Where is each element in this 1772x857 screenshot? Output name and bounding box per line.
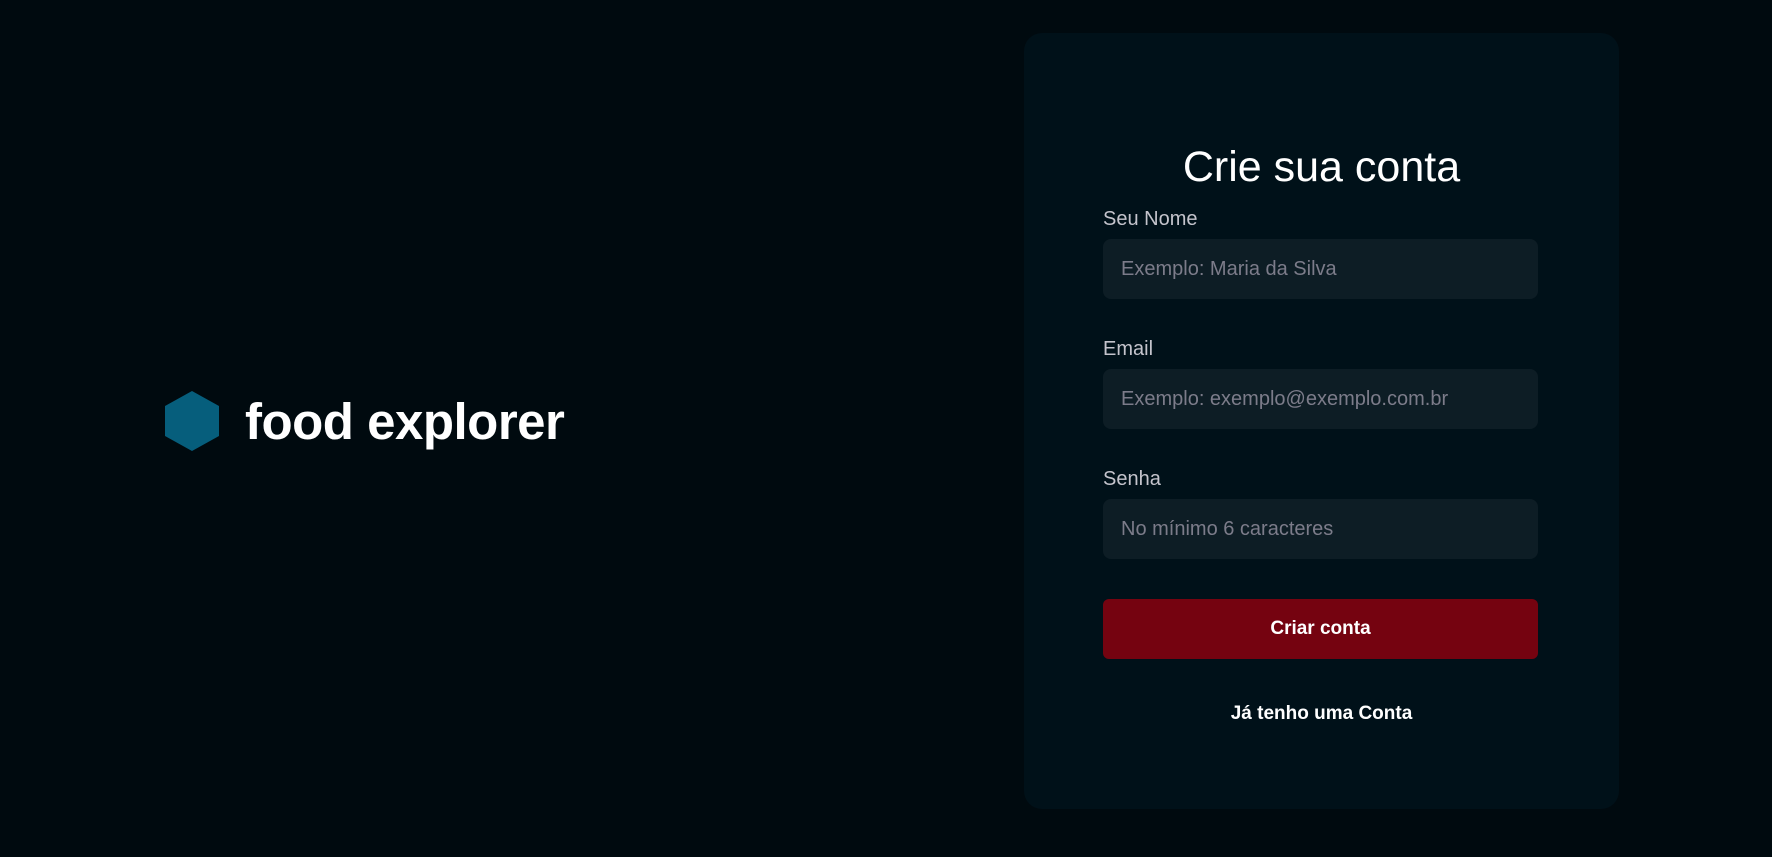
hexagon-icon [165,391,219,451]
form-title: Crie sua conta [1182,143,1461,191]
password-label: Senha [1103,468,1161,490]
brand-logo: food explorer [165,391,565,451]
signup-card: Crie sua conta Seu Nome Email Senha Cria… [1024,33,1619,809]
password-input[interactable] [1103,499,1538,559]
brand-name: food explorer [245,392,565,450]
name-input[interactable] [1103,239,1538,299]
email-label: Email [1103,338,1154,360]
create-account-button[interactable]: Criar conta [1103,599,1538,659]
name-label: Seu Nome [1103,208,1198,230]
email-input[interactable] [1103,369,1538,429]
signup-page: food explorer Crie sua conta Seu Nome Em… [0,0,1772,857]
login-link[interactable]: Já tenho uma Conta [1024,704,1619,723]
